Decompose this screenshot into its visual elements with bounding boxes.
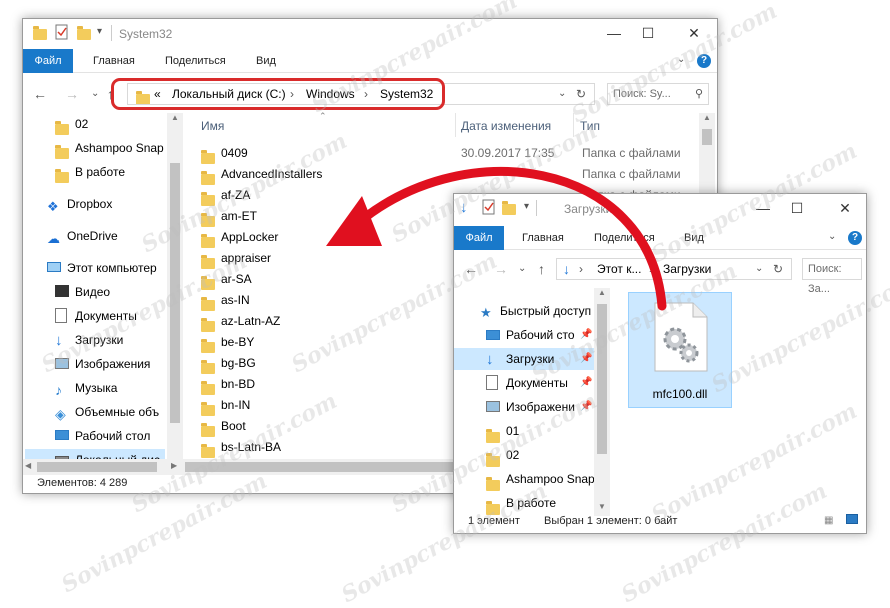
arrow-shaft <box>345 166 667 311</box>
drag-arrow <box>326 166 667 311</box>
arrow-head <box>326 196 382 246</box>
